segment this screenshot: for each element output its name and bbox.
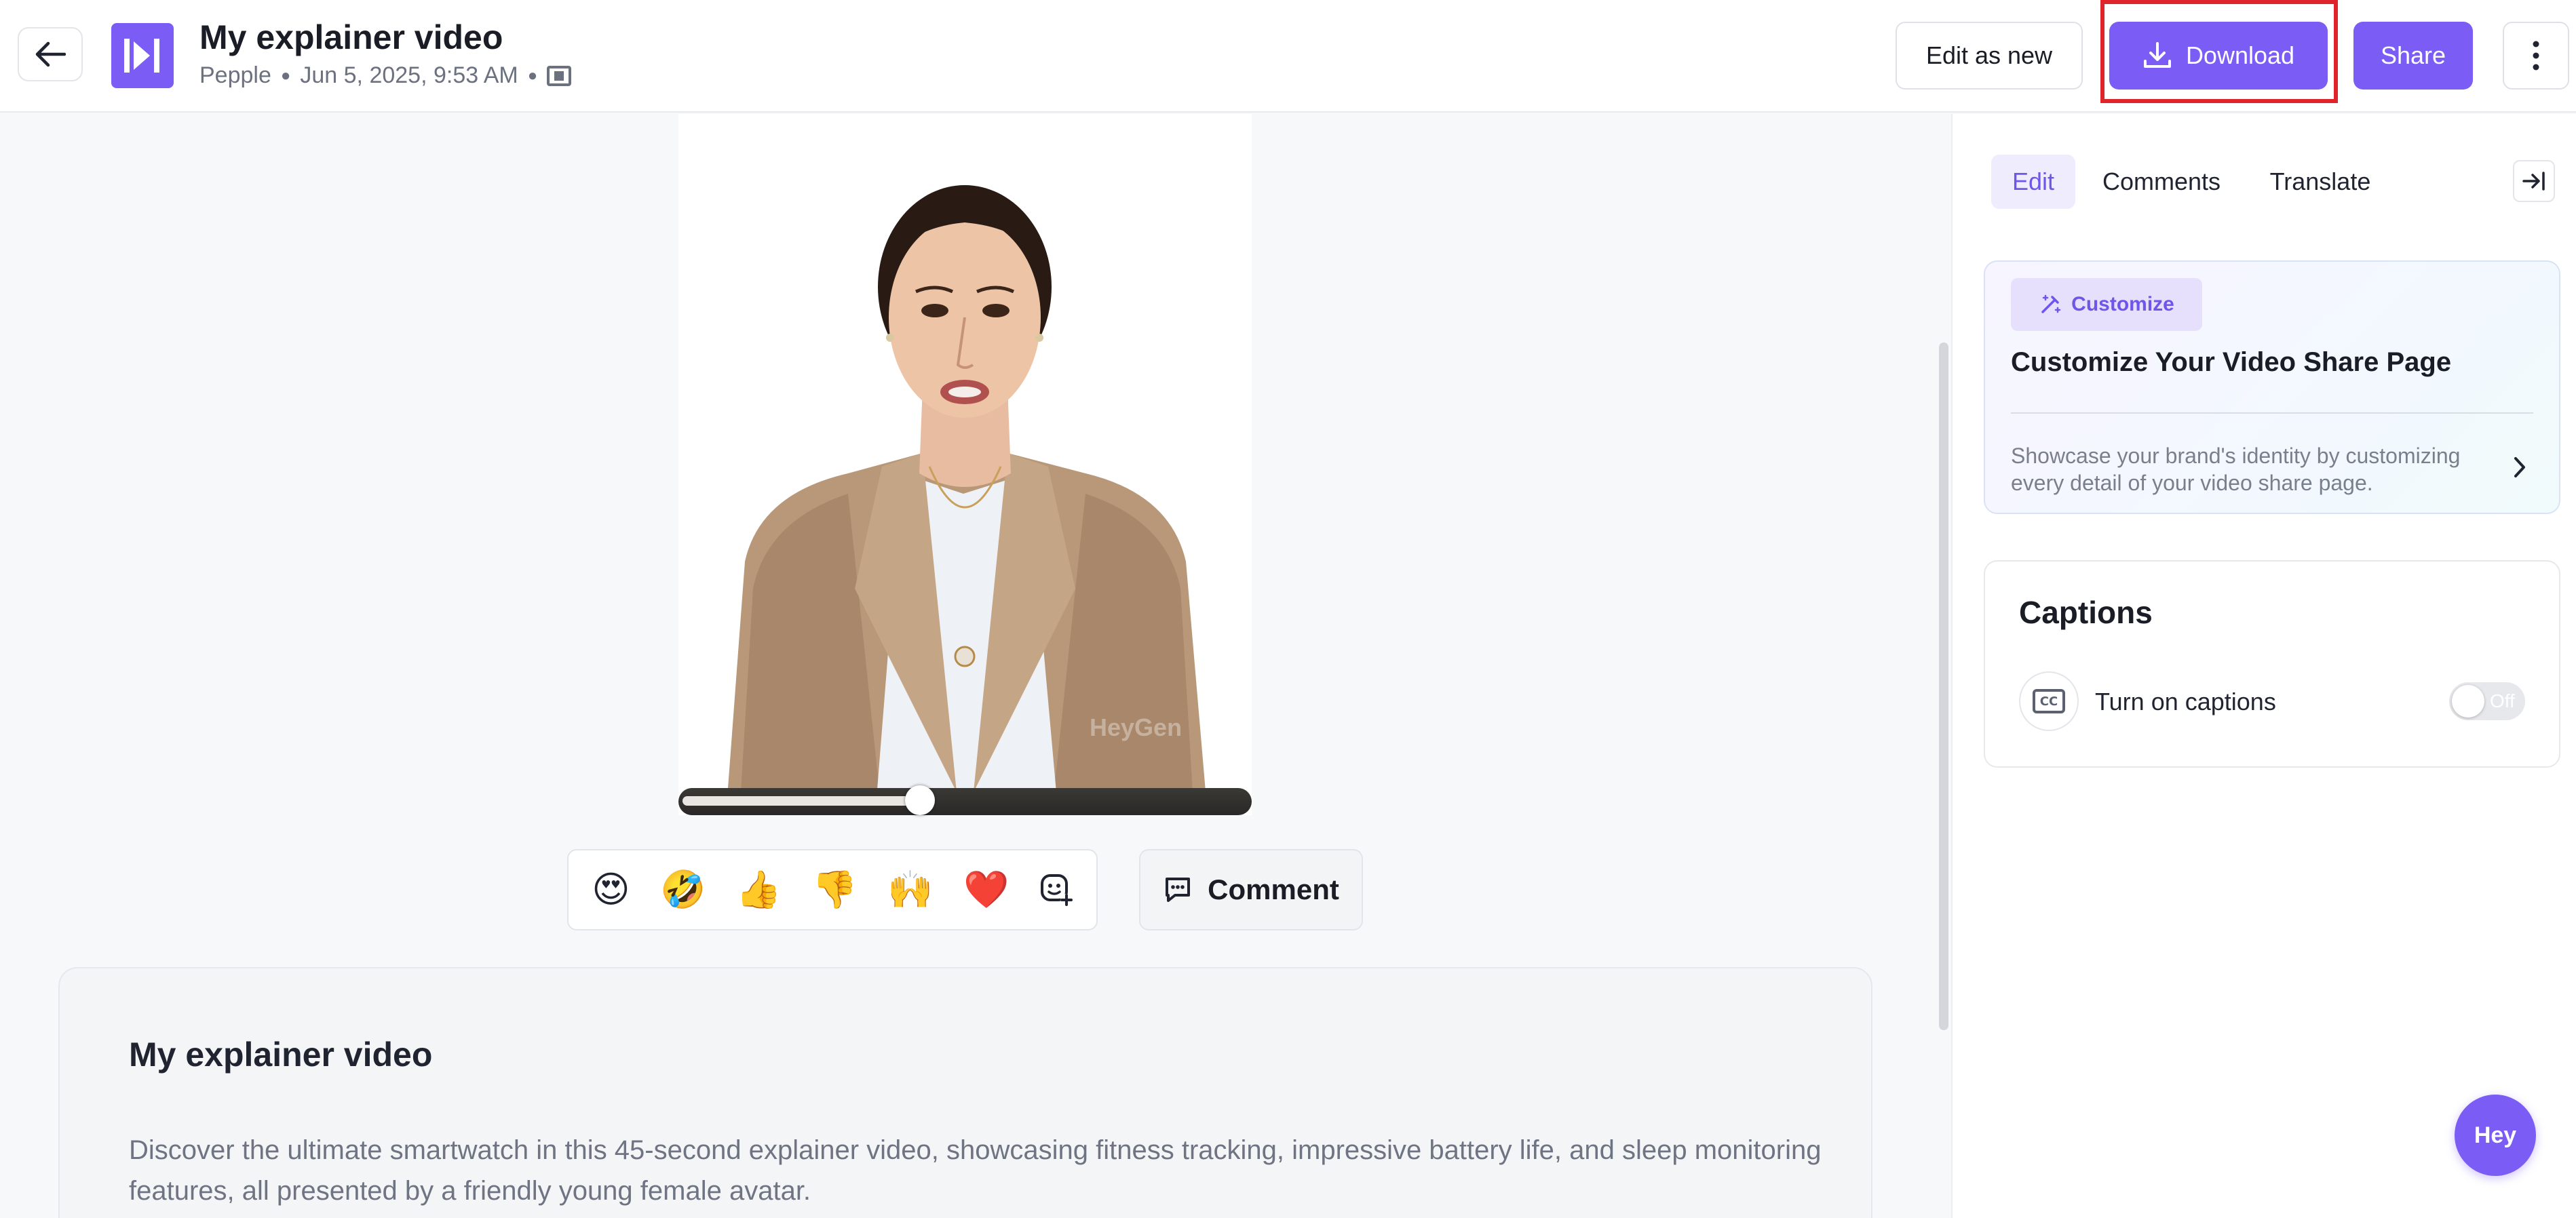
captions-toggle-state: Off bbox=[2490, 690, 2515, 711]
video-type-icon bbox=[547, 65, 572, 86]
reaction-thumbs-down[interactable]: 👎 bbox=[811, 871, 857, 908]
separator-dot: ● bbox=[527, 66, 538, 85]
more-vertical-icon bbox=[2533, 41, 2539, 71]
cc-glyph: CC bbox=[2033, 689, 2065, 713]
description-text: Discover the ultimate smartwatch in this… bbox=[129, 1135, 1822, 1206]
more-options-button[interactable] bbox=[2503, 22, 2569, 90]
customize-badge-label: Customize bbox=[2071, 293, 2174, 315]
tab-comments[interactable]: Comments bbox=[2091, 155, 2232, 209]
download-label: Download bbox=[2185, 41, 2295, 69]
captions-title: Captions bbox=[2019, 595, 2153, 630]
comment-icon bbox=[1166, 878, 1191, 902]
edit-as-new-label: Edit as new bbox=[1925, 41, 2053, 69]
customize-divider bbox=[2011, 412, 2533, 414]
download-icon bbox=[2143, 42, 2171, 68]
captions-toggle-knob[interactable] bbox=[2452, 685, 2484, 718]
reaction-heart-eyes[interactable]: 😍 bbox=[592, 871, 630, 908]
download-button[interactable]: Download bbox=[2109, 22, 2328, 90]
video-meta: Pepple ● Jun 5, 2025, 9:53 AM ● bbox=[199, 62, 572, 89]
reaction-red-heart[interactable]: ❤️ bbox=[963, 871, 1009, 908]
video-title: My explainer video bbox=[199, 18, 503, 56]
video-watermark: HeyGen bbox=[1090, 713, 1183, 741]
avatar-presenter-image bbox=[678, 114, 1252, 815]
edit-as-new-button[interactable]: Edit as new bbox=[1896, 22, 2083, 90]
comment-label: Comment bbox=[1208, 873, 1339, 905]
reaction-rolling-laugh[interactable]: 🤣 bbox=[660, 871, 706, 908]
collapse-panel-button[interactable] bbox=[2513, 160, 2555, 202]
chat-assistant-button[interactable]: Hey bbox=[2455, 1095, 2536, 1176]
comment-button[interactable]: Comment bbox=[1139, 849, 1363, 930]
back-button[interactable] bbox=[18, 27, 83, 81]
main-scrollbar[interactable] bbox=[1939, 342, 1948, 1030]
video-progress-fill bbox=[683, 796, 920, 806]
share-label: Share bbox=[2380, 41, 2446, 69]
app-logo bbox=[111, 23, 174, 88]
share-button[interactable]: Share bbox=[2353, 22, 2473, 90]
magic-wand-icon bbox=[2041, 294, 2061, 313]
tab-edit[interactable]: Edit bbox=[1991, 155, 2075, 209]
video-seek-handle[interactable] bbox=[905, 785, 935, 815]
captions-card bbox=[1984, 560, 2560, 768]
add-reaction-icon[interactable] bbox=[1039, 873, 1073, 907]
collapse-right-icon bbox=[2522, 172, 2545, 191]
closed-captions-icon: CC bbox=[2019, 671, 2079, 731]
reaction-raised-hands[interactable]: 🙌 bbox=[887, 871, 933, 908]
captions-toggle-label: Turn on captions bbox=[2095, 688, 2276, 715]
customize-badge: Customize bbox=[2011, 278, 2202, 331]
description-title: My explainer video bbox=[129, 1036, 433, 1074]
video-player[interactable] bbox=[678, 114, 1252, 815]
arrow-left-icon bbox=[35, 41, 66, 67]
created-timestamp: Jun 5, 2025, 9:53 AM bbox=[300, 62, 518, 88]
separator-dot: ● bbox=[280, 66, 291, 85]
author-name: Pepple bbox=[199, 62, 271, 88]
chevron-right-icon[interactable] bbox=[2506, 450, 2533, 484]
tab-translate[interactable]: Translate bbox=[2252, 155, 2388, 209]
customize-title: Customize Your Video Share Page bbox=[2011, 347, 2452, 377]
chat-assistant-label: Hey bbox=[2474, 1122, 2517, 1148]
customize-description: Showcase your brand's identity by custom… bbox=[2011, 444, 2461, 495]
reaction-thumbs-up[interactable]: 👍 bbox=[736, 871, 782, 908]
reaction-bar: 😍 🤣 👍 👎 🙌 ❤️ bbox=[567, 849, 1098, 930]
